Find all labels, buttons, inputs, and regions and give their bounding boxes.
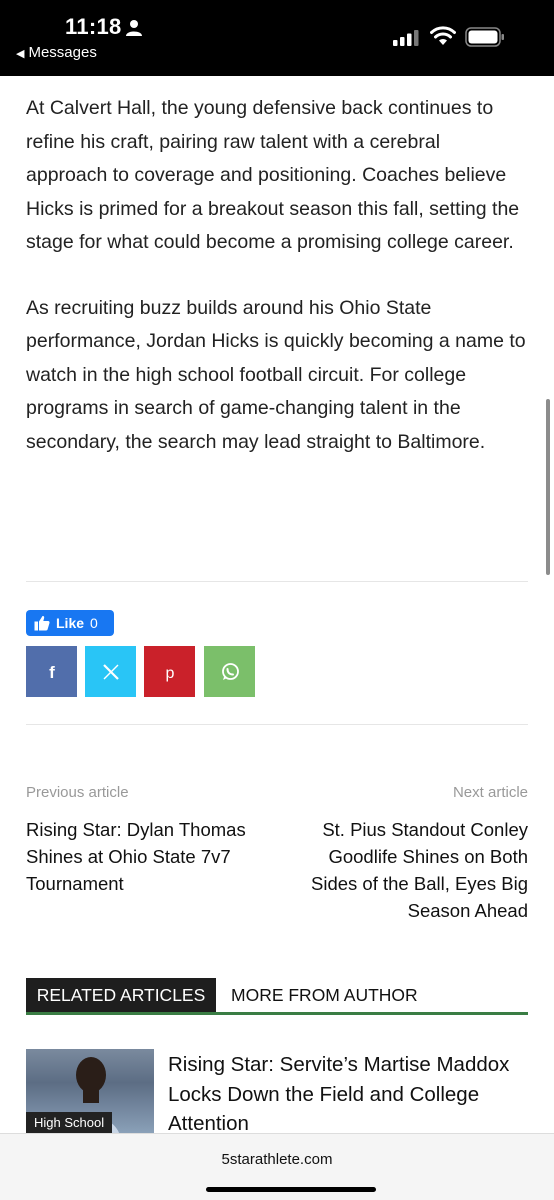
person-icon: [126, 20, 142, 36]
wifi-icon: [430, 26, 456, 45]
back-label: Messages: [28, 44, 97, 61]
article-paragraph: At Calvert Hall, the young defensive bac…: [26, 97, 520, 253]
tab-more-from-author[interactable]: MORE FROM AUTHOR: [231, 978, 418, 1012]
pinterest-icon: p: [165, 665, 174, 682]
previous-article-caption: Previous article: [26, 784, 129, 801]
article-paragraph: As recruiting buzz builds around his Ohi…: [26, 296, 526, 453]
next-article-caption: Next article: [452, 784, 528, 801]
article-body: At Calvert Hall, the young defensive bac…: [26, 92, 526, 459]
facebook-icon: f: [49, 663, 55, 682]
category-badge: High School: [26, 1112, 113, 1133]
divider: [26, 581, 528, 582]
svg-text:f: f: [49, 663, 55, 682]
related-article-thumbnail[interactable]: High School: [26, 1049, 154, 1133]
related-article-title[interactable]: Rising Star: Servite’s Martise Maddox Lo…: [168, 1050, 538, 1139]
thumbs-up-icon: [34, 615, 50, 631]
next-article-link[interactable]: St. Pius Standout Conley Goodlife Shines…: [288, 816, 528, 924]
home-indicator[interactable]: [206, 1187, 376, 1192]
tab-related-articles[interactable]: RELATED ARTICLES: [26, 978, 216, 1012]
clock: 11:18: [65, 14, 122, 39]
x-icon: [102, 663, 119, 680]
url-text[interactable]: 5starathlete.com: [0, 1151, 554, 1168]
like-count: 0: [90, 615, 98, 631]
svg-text:p: p: [165, 665, 174, 682]
previous-article[interactable]: Previous article Rising Star: Dylan Thom…: [26, 784, 266, 897]
cellular-signal-icon: [393, 30, 419, 46]
facebook-like-button[interactable]: Like 0: [26, 610, 114, 636]
share-facebook-button[interactable]: f: [26, 646, 77, 697]
share-pinterest-button[interactable]: p: [144, 646, 195, 697]
battery-icon: [465, 27, 504, 47]
like-label: Like: [56, 615, 85, 631]
scrollbar[interactable]: [546, 399, 550, 575]
previous-article-link[interactable]: Rising Star: Dylan Thomas Shines at Ohio…: [26, 816, 266, 897]
whatsapp-icon: [221, 662, 239, 680]
status-bar: 11:18 ◀ Messages: [0, 0, 554, 76]
next-article[interactable]: Next article St. Pius Standout Conley Go…: [288, 784, 528, 924]
related-tabs: RELATED ARTICLES MORE FROM AUTHOR: [26, 978, 528, 1015]
share-x-button[interactable]: [85, 646, 136, 697]
back-to-messages[interactable]: ◀ Messages: [16, 44, 97, 61]
divider: [26, 724, 528, 725]
share-whatsapp-button[interactable]: [204, 646, 255, 697]
browser-address-bar[interactable]: 5starathlete.com: [0, 1133, 554, 1200]
